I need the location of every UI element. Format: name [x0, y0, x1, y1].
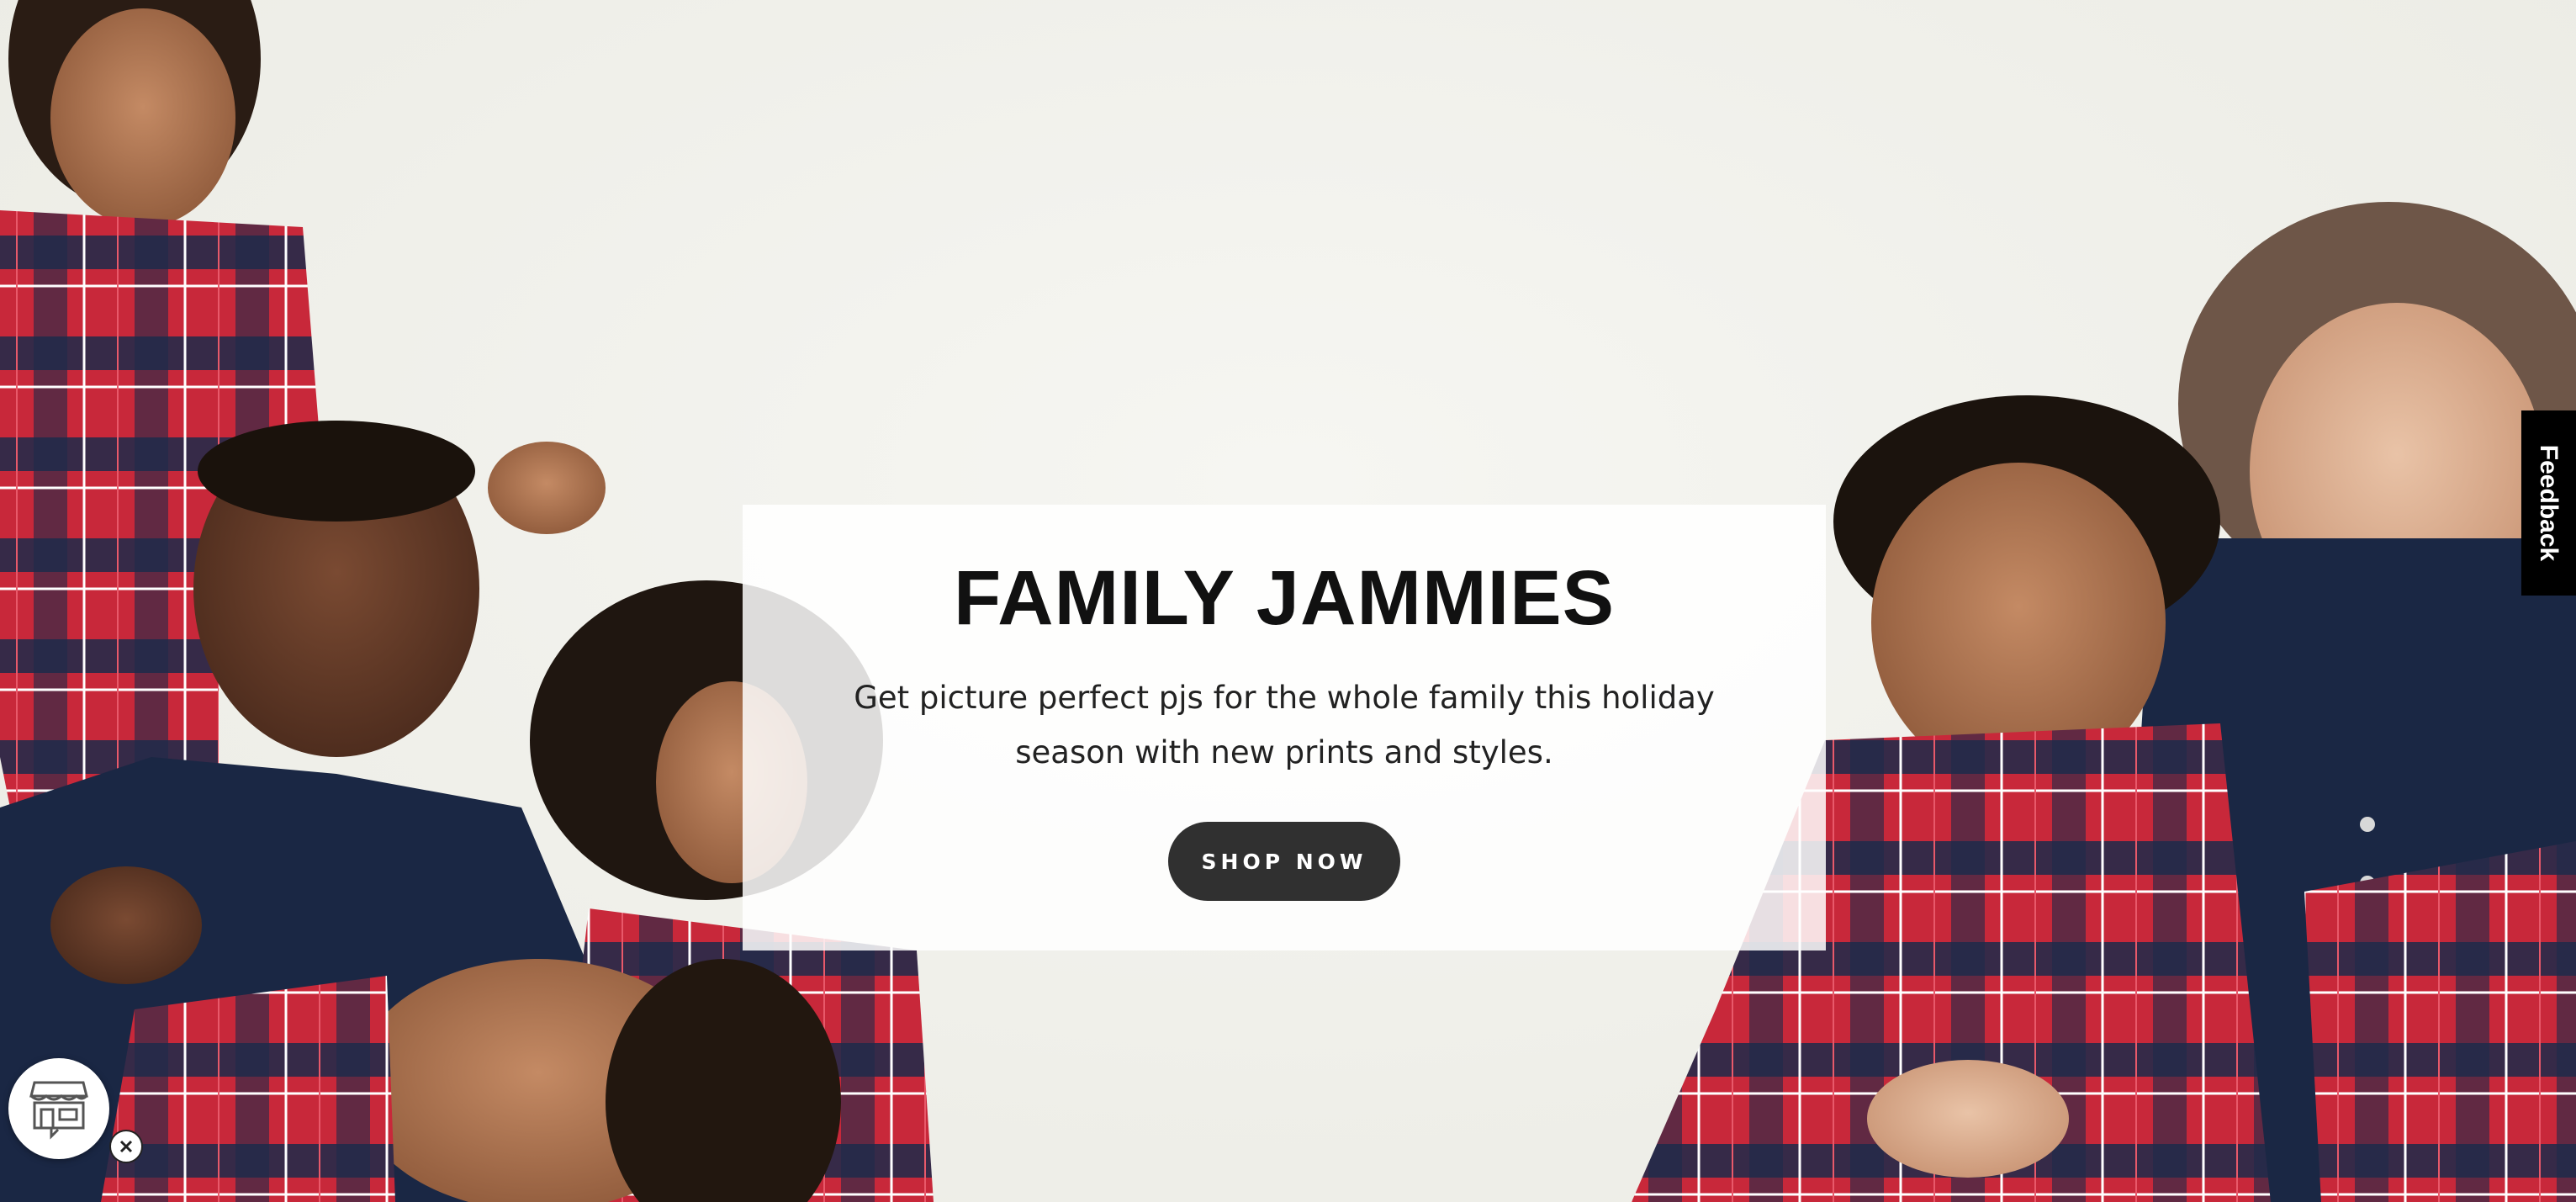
- shop-now-button[interactable]: SHOP NOW: [1168, 822, 1400, 901]
- close-icon: [119, 1140, 133, 1153]
- hero-card: FAMILY JAMMIES Get picture perfect pjs f…: [743, 505, 1826, 950]
- hero-title: FAMILY JAMMIES: [954, 555, 1615, 641]
- feedback-tab[interactable]: Feedback: [2521, 410, 2576, 596]
- hero-subtitle: Get picture perfect pjs for the whole fa…: [854, 680, 1715, 770]
- store-widget-close-button[interactable]: [109, 1130, 143, 1163]
- feedback-label: Feedback: [2535, 444, 2563, 562]
- storefront-icon: [29, 1081, 88, 1140]
- hero-banner: FAMILY JAMMIES Get picture perfect pjs f…: [0, 0, 2576, 1202]
- store-widget-button[interactable]: [8, 1058, 109, 1159]
